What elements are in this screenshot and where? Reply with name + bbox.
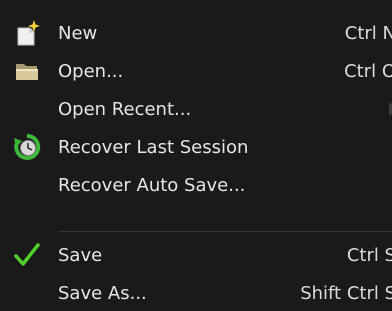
menu-item-label: Open... [58, 60, 124, 82]
recover-icon [12, 132, 42, 162]
menu-item-open[interactable]: Open... Ctrl O [0, 52, 392, 90]
menu-item-recover-auto-save[interactable]: Recover Auto Save... [0, 166, 392, 204]
folder-icon [12, 56, 42, 86]
menu-item-shortcut: Shift Ctrl S [300, 282, 392, 304]
menu-item-open-recent[interactable]: Open Recent... [0, 90, 392, 128]
menu-separator [58, 231, 392, 232]
menu-item-shortcut: Ctrl N [344, 22, 392, 44]
menu-item-save[interactable]: Save Ctrl S [0, 236, 392, 274]
menu-item-label: Save As... [58, 282, 147, 304]
menu-item-shortcut: Ctrl S [346, 244, 392, 266]
menu-item-new[interactable]: New Ctrl N [0, 14, 392, 52]
menu-item-label: Open Recent... [58, 98, 192, 120]
new-file-icon [12, 18, 42, 48]
menu-item-save-as[interactable]: Save As... Shift Ctrl S [0, 274, 392, 311]
menu-item-shortcut: Ctrl O [344, 60, 392, 82]
menu-item-label: Recover Last Session [58, 136, 249, 158]
menu-item-recover-last-session[interactable]: Recover Last Session [0, 128, 392, 166]
check-icon [12, 240, 42, 270]
menu-item-label: Recover Auto Save... [58, 174, 246, 196]
file-menu: New Ctrl N Open... Ctrl O Open Recent... [0, 0, 392, 311]
menu-item-label: New [58, 22, 98, 44]
menu-item-label: Save [58, 244, 103, 266]
